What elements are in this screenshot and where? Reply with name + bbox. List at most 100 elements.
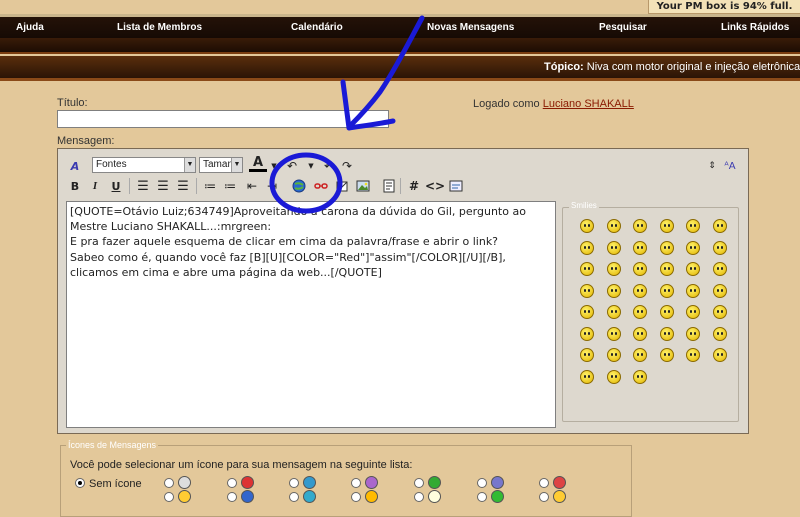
php-code-icon[interactable]: [447, 177, 465, 195]
smiley-icon[interactable]: [633, 219, 647, 233]
quote-icon[interactable]: [380, 177, 398, 195]
smiley-icon[interactable]: [580, 326, 594, 341]
smiley-icon[interactable]: [580, 219, 594, 233]
undo-icon[interactable]: ↶: [320, 157, 338, 175]
insert-image-icon[interactable]: [354, 177, 372, 195]
nav-quick-links[interactable]: Links Rápidos: [721, 17, 789, 38]
smiley-icon[interactable]: [659, 326, 674, 341]
smiley-icon[interactable]: [712, 283, 727, 298]
chevron-down-icon[interactable]: ▼: [265, 157, 283, 175]
font-select[interactable]: Fontes ▼: [92, 157, 196, 173]
smiley-icon[interactable]: [606, 219, 621, 233]
message-icon: [553, 490, 566, 503]
nav-members[interactable]: Lista de Membros: [117, 17, 202, 38]
smiley-icon[interactable]: [686, 240, 700, 255]
align-center-icon[interactable]: ☰: [154, 177, 172, 195]
smiley-icon[interactable]: [606, 262, 621, 276]
remove-format-icon[interactable]: A: [66, 157, 84, 175]
smiley-icon[interactable]: [659, 348, 674, 362]
message-icon-radio[interactable]: [414, 478, 424, 488]
message-textarea[interactable]: [QUOTE=Otávio Luiz;634749]Aproveitando a…: [66, 201, 556, 428]
smiley-icon[interactable]: [686, 283, 700, 298]
email-link-icon[interactable]: [333, 177, 351, 195]
smiley-icon[interactable]: [712, 326, 727, 341]
message-icon-radio[interactable]: [477, 492, 487, 502]
smiley-icon[interactable]: [606, 305, 621, 319]
indent-icon[interactable]: ⇥: [263, 177, 281, 195]
remove-link-icon[interactable]: [312, 177, 330, 195]
message-icon-radio[interactable]: [351, 478, 361, 488]
smiley-icon[interactable]: [606, 369, 621, 384]
logged-user-link[interactable]: Luciano SHAKALL: [543, 98, 634, 110]
message-line: Mestre Luciano SHAKALL...:mrgreen:: [70, 220, 272, 234]
smiley-icon[interactable]: [580, 240, 594, 255]
smiley-icon[interactable]: [686, 219, 700, 233]
smiley-icon[interactable]: [580, 262, 594, 276]
smiley-icon[interactable]: [659, 240, 674, 255]
align-left-icon[interactable]: ☰: [134, 177, 152, 195]
smiley-icon[interactable]: [633, 305, 647, 319]
italic-icon[interactable]: I: [86, 177, 104, 195]
smiley-icon[interactable]: [659, 283, 674, 298]
smiley-icon[interactable]: [686, 348, 700, 362]
nav-new-posts[interactable]: Novas Mensagens: [427, 17, 514, 38]
message-icon-radio[interactable]: [351, 492, 361, 502]
smiley-icon[interactable]: [686, 262, 700, 276]
smiley-icon[interactable]: [659, 262, 674, 276]
title-input[interactable]: [57, 110, 389, 128]
align-right-icon[interactable]: ☰: [174, 177, 192, 195]
smiley-icon[interactable]: [712, 305, 727, 319]
smiley-icon[interactable]: [606, 283, 621, 298]
message-icon-radio[interactable]: [227, 478, 237, 488]
smiley-icon[interactable]: [659, 219, 674, 233]
html-code-icon[interactable]: <>: [425, 177, 445, 195]
message-icon-radio[interactable]: [539, 478, 549, 488]
smiley-icon[interactable]: [606, 348, 621, 362]
smiley-icon[interactable]: [606, 240, 621, 255]
chevron-down-icon[interactable]: ▼: [302, 157, 320, 175]
smiley-icon[interactable]: [633, 369, 647, 384]
nav-search[interactable]: Pesquisar: [599, 17, 647, 38]
code-hash-icon[interactable]: #: [405, 177, 423, 195]
message-icon-radio[interactable]: [289, 478, 299, 488]
font-size-icon[interactable]: ᴬA: [721, 157, 739, 175]
bold-icon[interactable]: B: [66, 177, 84, 195]
message-icon-radio[interactable]: [227, 492, 237, 502]
underline-icon[interactable]: U: [107, 177, 125, 195]
smiley-icon[interactable]: [633, 326, 647, 341]
message-icon-radio[interactable]: [477, 478, 487, 488]
smiley-icon[interactable]: [712, 348, 727, 362]
message-icon-radio[interactable]: [289, 492, 299, 502]
smiley-icon[interactable]: [633, 283, 647, 298]
undo-icon[interactable]: ↶: [283, 157, 301, 175]
ordered-list-icon[interactable]: ≔: [201, 177, 219, 195]
message-icon-radio[interactable]: [414, 492, 424, 502]
smiley-icon[interactable]: [633, 240, 647, 255]
smiley-icon[interactable]: [580, 283, 594, 298]
message-icon-radio[interactable]: [539, 492, 549, 502]
smiley-icon[interactable]: [686, 326, 700, 341]
smiley-icon[interactable]: [580, 305, 594, 319]
resize-icon[interactable]: ⇕: [703, 157, 721, 175]
size-select[interactable]: Taman ▼: [199, 157, 243, 173]
insert-link-icon[interactable]: [290, 177, 308, 195]
smiley-icon[interactable]: [712, 219, 727, 233]
smiley-icon[interactable]: [633, 348, 647, 362]
nav-help[interactable]: Ajuda: [16, 17, 44, 38]
smiley-icon[interactable]: [686, 305, 700, 319]
smiley-icon[interactable]: [712, 262, 727, 276]
unordered-list-icon[interactable]: ≔: [221, 177, 239, 195]
smiley-icon[interactable]: [580, 369, 594, 384]
smiley-icon[interactable]: [580, 348, 594, 362]
redo-icon[interactable]: ↷: [338, 157, 356, 175]
smiley-icon[interactable]: [659, 305, 674, 319]
no-icon-radio[interactable]: [75, 478, 85, 488]
smiley-icon[interactable]: [633, 262, 647, 276]
pm-notice[interactable]: Your PM box is 94% full.: [648, 0, 800, 14]
nav-calendar[interactable]: Calendário: [291, 17, 343, 38]
smiley-icon[interactable]: [606, 326, 621, 341]
message-icon-radio[interactable]: [164, 492, 174, 502]
smiley-icon[interactable]: [712, 240, 727, 255]
outdent-icon[interactable]: ⇤: [243, 177, 261, 195]
message-icon-radio[interactable]: [164, 478, 174, 488]
